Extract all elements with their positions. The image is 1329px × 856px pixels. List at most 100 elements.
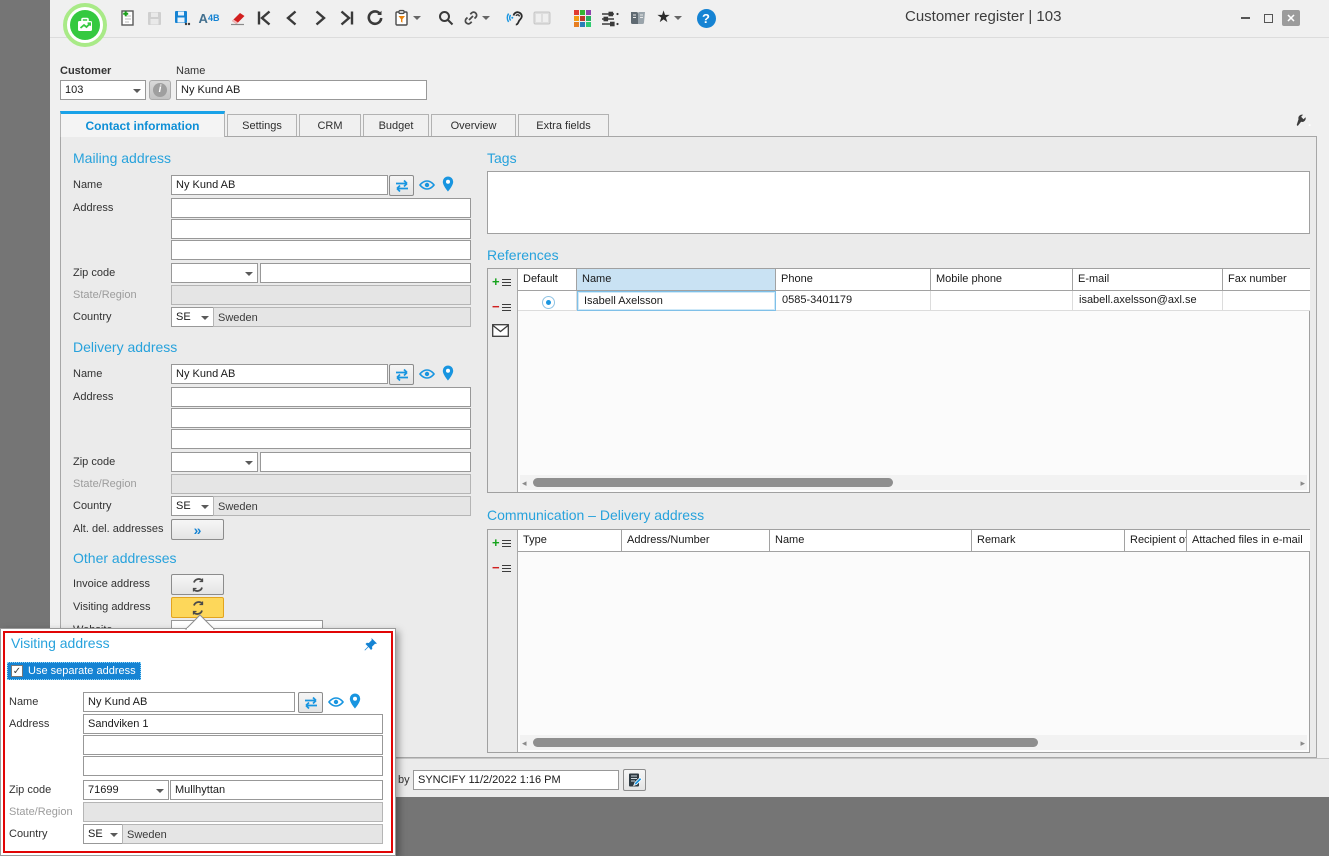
last-record-icon[interactable] (336, 7, 358, 29)
references-hscrollbar[interactable]: ◂ ▸ (520, 475, 1307, 490)
add-row-button[interactable]: + (492, 538, 511, 549)
col-email[interactable]: E-mail (1073, 269, 1223, 291)
col-name[interactable]: Name (577, 269, 776, 291)
delivery-address-line3[interactable] (171, 429, 471, 449)
name-cell[interactable]: Isabell Axelsson (577, 291, 776, 311)
links-icon[interactable] (461, 7, 491, 29)
first-record-icon[interactable] (253, 7, 275, 29)
customer-select[interactable]: 103 (60, 80, 146, 100)
popup-city-input[interactable] (170, 780, 383, 800)
delivery-zip-select[interactable] (171, 452, 258, 472)
col-default[interactable]: Default (518, 269, 577, 291)
col-type[interactable]: Type (518, 530, 622, 552)
tab-extra-fields[interactable]: Extra fields (518, 114, 609, 136)
close-button[interactable]: ✕ (1282, 10, 1300, 26)
delivery-city-input[interactable] (260, 452, 471, 472)
help-icon[interactable]: ? (695, 7, 717, 29)
delivery-map-pin-icon[interactable] (439, 364, 457, 382)
col-remark[interactable]: Remark (972, 530, 1125, 552)
mobile-cell[interactable] (931, 291, 1073, 311)
search-icon[interactable] (435, 7, 457, 29)
refresh-icon[interactable] (364, 7, 386, 29)
mailing-transfer-button[interactable] (389, 175, 414, 196)
mailing-zip-select[interactable] (171, 263, 258, 283)
mailing-address-line3[interactable] (171, 240, 471, 260)
delivery-address-line2[interactable] (171, 408, 471, 428)
scroll-thumb[interactable] (533, 738, 1038, 747)
checkbox-checked[interactable]: ✓ (11, 665, 23, 677)
mailing-name-input[interactable] (171, 175, 388, 195)
fax-cell[interactable] (1223, 291, 1310, 311)
tab-contact-information[interactable]: Contact information (60, 111, 225, 137)
default-radio-cell[interactable] (518, 291, 577, 311)
delivery-country-select[interactable]: SE (171, 496, 214, 516)
favorites-star-icon[interactable]: ★ (653, 7, 685, 29)
popup-map-pin-icon[interactable] (346, 692, 364, 710)
communication-hscrollbar[interactable]: ◂ ▸ (520, 735, 1307, 750)
tab-budget[interactable]: Budget (363, 114, 429, 136)
popup-country-select[interactable]: SE (83, 824, 123, 844)
invoice-address-label: Invoice address (73, 578, 150, 590)
reports-book-icon[interactable] (627, 7, 649, 29)
add-row-button[interactable]: + (492, 277, 511, 288)
next-record-icon[interactable] (309, 7, 331, 29)
popup-address-line3[interactable] (83, 756, 383, 776)
tags-box[interactable] (487, 171, 1310, 234)
mailing-city-input[interactable] (260, 263, 471, 283)
settings-sliders-icon[interactable] (599, 7, 621, 29)
email-cell[interactable]: isabell.axelsson@axl.se (1073, 291, 1223, 311)
col-attached-files[interactable]: Attached files in e-mail (1187, 530, 1310, 552)
popup-view-eye-icon[interactable] (327, 693, 345, 711)
pushpin-icon[interactable] (363, 637, 378, 652)
color-grid-icon[interactable] (571, 7, 593, 29)
phone-cell[interactable]: 0585-3401179 (776, 291, 931, 311)
scroll-thumb[interactable] (533, 478, 893, 487)
remove-row-button[interactable]: − (492, 302, 511, 313)
default-radio-selected (542, 296, 555, 309)
email-envelope-button[interactable] (492, 324, 509, 337)
copy-with-filter-icon[interactable] (392, 7, 422, 29)
previous-record-icon[interactable] (281, 7, 303, 29)
tab-crm[interactable]: CRM (299, 114, 361, 136)
rename-icon[interactable]: A4B (198, 7, 220, 29)
delete-eraser-icon[interactable] (226, 7, 248, 29)
remove-row-button[interactable]: − (492, 563, 511, 574)
delivery-name-input[interactable] (171, 364, 388, 384)
tab-settings[interactable]: Settings (227, 114, 297, 136)
change-log-button[interactable] (623, 769, 646, 791)
col-address-number[interactable]: Address/Number (622, 530, 770, 552)
popup-name-input[interactable] (83, 692, 295, 712)
mailing-address-line1[interactable] (171, 198, 471, 218)
tab-overview[interactable]: Overview (431, 114, 516, 136)
popup-address-line2[interactable] (83, 735, 383, 755)
col-fax[interactable]: Fax number (1223, 269, 1310, 291)
reference-row[interactable]: Isabell Axelsson 0585-3401179 isabell.ax… (518, 291, 1310, 311)
use-separate-address-option[interactable]: ✓ Use separate address (7, 662, 141, 680)
customer-name-input[interactable] (176, 80, 427, 100)
col-recipient-of[interactable]: Recipient of (1125, 530, 1187, 552)
popup-transfer-button[interactable] (298, 692, 323, 713)
changed-by-field[interactable] (413, 770, 619, 790)
dictation-ear-icon[interactable] (504, 7, 526, 29)
maximize-button[interactable] (1259, 10, 1277, 26)
mailing-country-select[interactable]: SE (171, 307, 214, 327)
mailing-view-eye-icon[interactable] (418, 176, 436, 194)
save-as-icon[interactable] (171, 7, 193, 29)
col-phone[interactable]: Phone (776, 269, 931, 291)
popup-zip-select[interactable]: 71699 (83, 780, 169, 800)
invoice-address-button[interactable] (171, 574, 224, 595)
visiting-address-label: Visiting address (73, 601, 150, 613)
delivery-view-eye-icon[interactable] (418, 365, 436, 383)
customize-wrench-icon[interactable] (1296, 110, 1314, 128)
mailing-address-line2[interactable] (171, 219, 471, 239)
customer-info-button[interactable]: i (149, 80, 171, 100)
new-record-icon[interactable] (116, 7, 138, 29)
col-mobile[interactable]: Mobile phone (931, 269, 1073, 291)
popup-address-line1[interactable] (83, 714, 383, 734)
delivery-transfer-button[interactable] (389, 364, 414, 385)
minimize-button[interactable] (1236, 10, 1254, 26)
delivery-address-line1[interactable] (171, 387, 471, 407)
col-name[interactable]: Name (770, 530, 972, 552)
mailing-map-pin-icon[interactable] (439, 175, 457, 193)
alt-delivery-button[interactable]: » (171, 519, 224, 540)
